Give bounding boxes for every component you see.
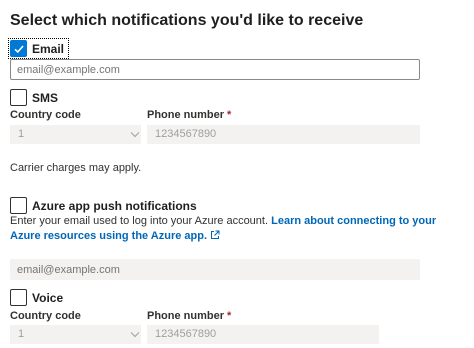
- sms-checkbox-row[interactable]: SMS: [10, 89, 58, 106]
- chevron-down-icon: [130, 332, 140, 338]
- checkmark-icon: [13, 44, 24, 53]
- sms-phone-input[interactable]: 1234567890: [147, 125, 420, 144]
- sms-phone-value: 1234567890: [155, 128, 217, 140]
- email-checkbox-row[interactable]: Email: [7, 38, 70, 59]
- voice-phone-input[interactable]: 1234567890: [147, 325, 379, 344]
- external-link-icon[interactable]: [210, 230, 220, 240]
- voice-country-code-label: Country code: [10, 310, 81, 322]
- azure-push-label: Azure app push notifications: [32, 198, 197, 213]
- voice-checkbox-row[interactable]: Voice: [10, 289, 63, 306]
- sms-country-code-label: Country code: [10, 109, 81, 121]
- azure-push-checkbox[interactable]: [10, 197, 27, 214]
- sms-country-code-value: 1: [18, 128, 25, 140]
- required-marker: *: [227, 109, 232, 121]
- voice-country-code-value: 1: [18, 328, 25, 340]
- carrier-charges-note: Carrier charges may apply.: [10, 162, 142, 174]
- voice-checkbox[interactable]: [10, 289, 27, 306]
- azure-push-checkbox-row[interactable]: Azure app push notifications: [10, 197, 197, 214]
- page-title: Select which notifications you'd like to…: [10, 12, 364, 29]
- sms-phone-label: Phone number *: [147, 109, 231, 121]
- azure-push-description: Enter your email used to log into your A…: [10, 214, 460, 244]
- email-checkbox[interactable]: [10, 40, 27, 57]
- chevron-down-icon: [130, 132, 140, 138]
- voice-label: Voice: [32, 290, 64, 305]
- voice-phone-label-text: Phone number: [147, 310, 225, 322]
- voice-phone-label: Phone number *: [147, 310, 231, 322]
- required-marker: *: [227, 310, 232, 322]
- voice-country-code-dropdown[interactable]: 1: [10, 325, 141, 344]
- sms-label: SMS: [32, 90, 59, 105]
- email-label: Email: [32, 41, 65, 56]
- sms-phone-label-text: Phone number: [147, 109, 225, 121]
- azure-push-description-text: Enter your email used to log into your A…: [10, 215, 269, 227]
- azure-push-email-input[interactable]: [10, 259, 420, 280]
- email-input[interactable]: [10, 59, 420, 80]
- sms-country-code-dropdown[interactable]: 1: [10, 125, 141, 144]
- voice-phone-value: 1234567890: [155, 328, 217, 340]
- sms-checkbox[interactable]: [10, 89, 27, 106]
